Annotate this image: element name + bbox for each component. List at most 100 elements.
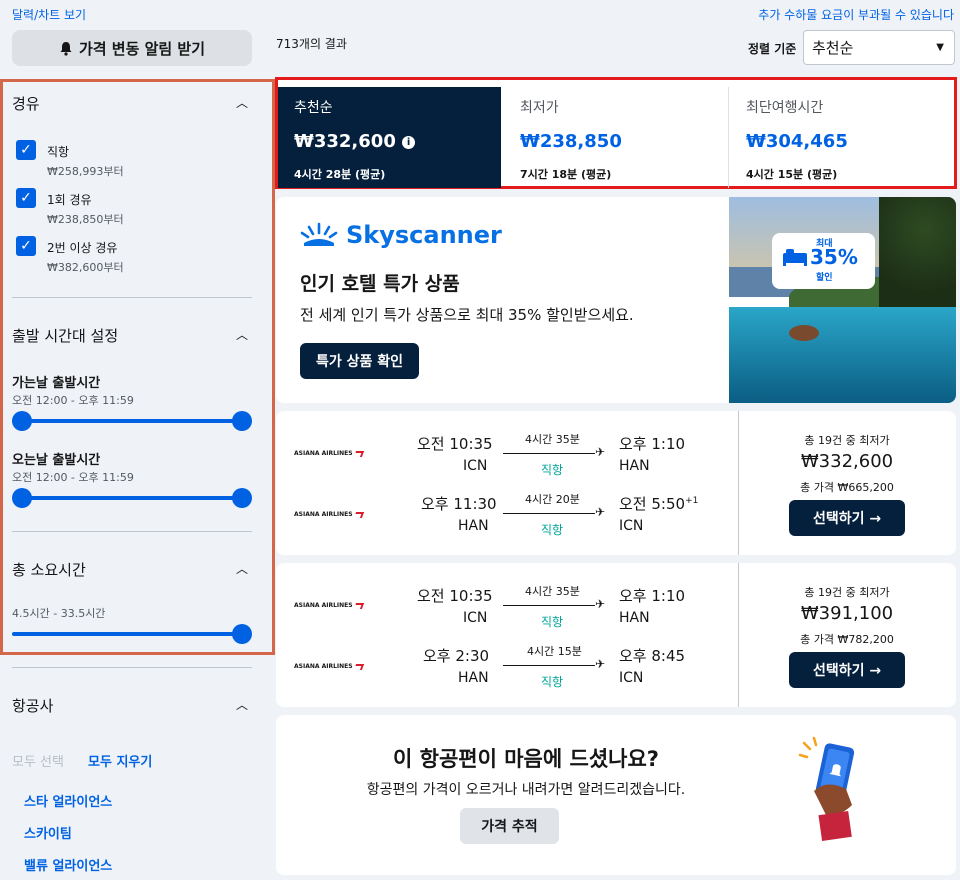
departure-time-title: 출발 시간대 설정 (12, 327, 119, 345)
tab-price: ₩238,850 (520, 131, 622, 152)
airline-swoosh-icon (353, 511, 364, 518)
chevron-up-icon[interactable]: ︿ (236, 560, 248, 577)
clear-all-airlines[interactable]: 모두 지우기 (88, 751, 152, 770)
tab-fastest[interactable]: 최단여행시간 ₩304,465 4시간 15분 (평균) (730, 87, 955, 188)
departure-airport: ICN (463, 458, 488, 474)
outbound-slider-min-handle[interactable] (12, 411, 32, 431)
ad-subtitle: 전 세계 인기 특가 상품으로 최대 35% 할인받으세요. (300, 306, 634, 324)
flight-duration: 4시간 20분 (525, 493, 580, 506)
caret-down-icon: ▼ (936, 42, 944, 53)
check-icon: ✓ (20, 190, 32, 206)
sunrise-logo-icon (300, 222, 338, 246)
stops-label: 직항 (541, 523, 564, 537)
arrival-time: 오후 1:10 (619, 587, 686, 605)
inbound-slider-max-handle[interactable] (232, 488, 252, 508)
sort-label: 정렬 기준 (748, 42, 797, 56)
arrival-time: 오후 8:45 (619, 647, 686, 665)
flight-duration: 4시간 35분 (525, 585, 580, 598)
checkbox-direct[interactable]: ✓ (16, 140, 36, 160)
inbound-slider-track[interactable] (20, 496, 242, 500)
plane-icon: ✈ (595, 597, 606, 611)
skyscanner-logo: Skyscanner (300, 221, 502, 249)
tab-cheapest[interactable]: 최저가 ₩238,850 7시간 18분 (평균) (504, 87, 729, 188)
chevron-up-icon[interactable]: ︿ (236, 326, 248, 343)
tab-price: ₩304,465 (746, 131, 848, 152)
stops-option-label: 직항 (47, 145, 70, 159)
result-count: 713개의 결과 (276, 37, 347, 51)
price-alert-button[interactable]: 가격 변동 알림 받기 (12, 30, 252, 66)
select-flight-button[interactable]: 선택하기 → (789, 652, 905, 688)
arrival-airport: ICN (619, 670, 644, 686)
plane-icon: ✈ (595, 505, 606, 519)
alliance-skyteam[interactable]: 스카이팀 (24, 823, 72, 842)
total-price: 총 가격 ₩782,200 (800, 633, 894, 646)
total-price: 총 가격 ₩665,200 (800, 481, 894, 494)
alliance-value-alliance[interactable]: 밸류 얼라이언스 (24, 855, 112, 874)
brand-name: Skyscanner (346, 221, 502, 249)
flight-result-card[interactable]: ASIANA AIRLINES 오전 10:35 ICN 4시간 35분 ✈ 직… (276, 411, 956, 555)
bed-icon (783, 249, 807, 266)
flight-price: ₩332,600 (800, 451, 894, 472)
stops-option-price: ₩382,600부터 (47, 261, 124, 274)
chevron-up-icon[interactable]: ︿ (236, 94, 248, 111)
calendar-chart-link[interactable]: 달력/차트 보기 (12, 6, 86, 23)
departure-time: 오전 10:35 (417, 587, 493, 605)
outbound-time-title: 가는날 출발시간 (12, 376, 101, 391)
duration-slider-track[interactable] (12, 632, 242, 636)
flight-price: ₩391,100 (800, 603, 894, 624)
tab-duration: 4시간 28분 (평균) (294, 168, 386, 181)
plane-icon: ✈ (595, 657, 606, 671)
airline-swoosh-icon (353, 450, 364, 457)
info-icon[interactable]: i (402, 136, 416, 149)
stops-filter-title: 경유 (12, 95, 40, 113)
checkbox-one-stop[interactable]: ✓ (16, 188, 36, 208)
tab-label: 추천순 (294, 100, 333, 116)
badge-percent: 35% (810, 245, 858, 269)
stops-option-price: ₩258,993부터 (47, 165, 124, 178)
arrival-time: 오전 5:50+1 (619, 495, 699, 513)
outbound-slider-max-handle[interactable] (232, 411, 252, 431)
checkbox-two-plus-stops[interactable]: ✓ (16, 236, 36, 256)
duration-slider-handle[interactable] (232, 624, 252, 644)
airline-logo: ASIANA AIRLINES (294, 602, 364, 609)
tab-recommended[interactable]: 추천순 ₩332,600 i 4시간 28분 (평균) (278, 87, 501, 188)
airline-swoosh-icon (353, 663, 364, 670)
route-line (503, 453, 595, 454)
price-track-subtitle: 항공편의 가격이 오르거나 내려가면 알려드리겠습니다. (366, 782, 686, 798)
alliance-star-alliance[interactable]: 스타 얼라이언스 (24, 791, 112, 810)
baggage-fee-link[interactable]: 추가 수하물 요금이 부과될 수 있습니다 (758, 6, 954, 23)
divider (12, 667, 252, 668)
outbound-slider-track[interactable] (20, 419, 242, 423)
stops-option-label: 2번 이상 경유 (47, 241, 118, 255)
deal-count: 총 19건 중 최저가 (804, 434, 890, 447)
route-line (503, 665, 595, 666)
duration-range: 4.5시간 - 33.5시간 (12, 607, 106, 620)
inbound-slider-min-handle[interactable] (12, 488, 32, 508)
track-price-button[interactable]: 가격 추적 (460, 808, 559, 844)
select-flight-button[interactable]: 선택하기 → (789, 500, 905, 536)
flight-result-card[interactable]: ASIANA AIRLINES 오전 10:35 ICN 4시간 35분 ✈ 직… (276, 563, 956, 707)
departure-time: 오전 10:35 (417, 435, 493, 453)
arrival-airport: ICN (619, 518, 644, 534)
departure-time: 오후 11:30 (421, 495, 497, 513)
divider (12, 531, 252, 532)
sort-select[interactable]: 추천순 ▼ (803, 30, 955, 65)
duration-filter-title: 총 소요시간 (12, 561, 86, 579)
price-track-card: 이 항공편이 마음에 드셨나요? 항공편의 가격이 오르거나 내려가면 알려드리… (276, 715, 956, 875)
ad-title: 인기 호텔 특가 상품 (300, 273, 460, 295)
bell-icon (60, 41, 72, 56)
price-track-title: 이 항공편이 마음에 드셨나요? (393, 747, 659, 771)
stops-label: 직항 (541, 463, 564, 477)
select-all-airlines[interactable]: 모두 선택 (12, 751, 64, 770)
view-deals-button[interactable]: 특가 상품 확인 (300, 343, 420, 379)
chevron-up-icon[interactable]: ︿ (236, 696, 248, 713)
airline-logo: ASIANA AIRLINES (294, 663, 364, 670)
flight-duration: 4시간 15분 (527, 645, 582, 658)
divider (12, 297, 252, 298)
sort-select-value: 추천순 (812, 39, 854, 57)
tab-duration: 4시간 15분 (평균) (746, 168, 838, 181)
outbound-time-range: 오전 12:00 - 오후 11:59 (12, 394, 134, 407)
tab-label: 최단여행시간 (746, 100, 824, 116)
arrival-airport: HAN (619, 610, 650, 626)
arrival-airport: HAN (619, 458, 650, 474)
